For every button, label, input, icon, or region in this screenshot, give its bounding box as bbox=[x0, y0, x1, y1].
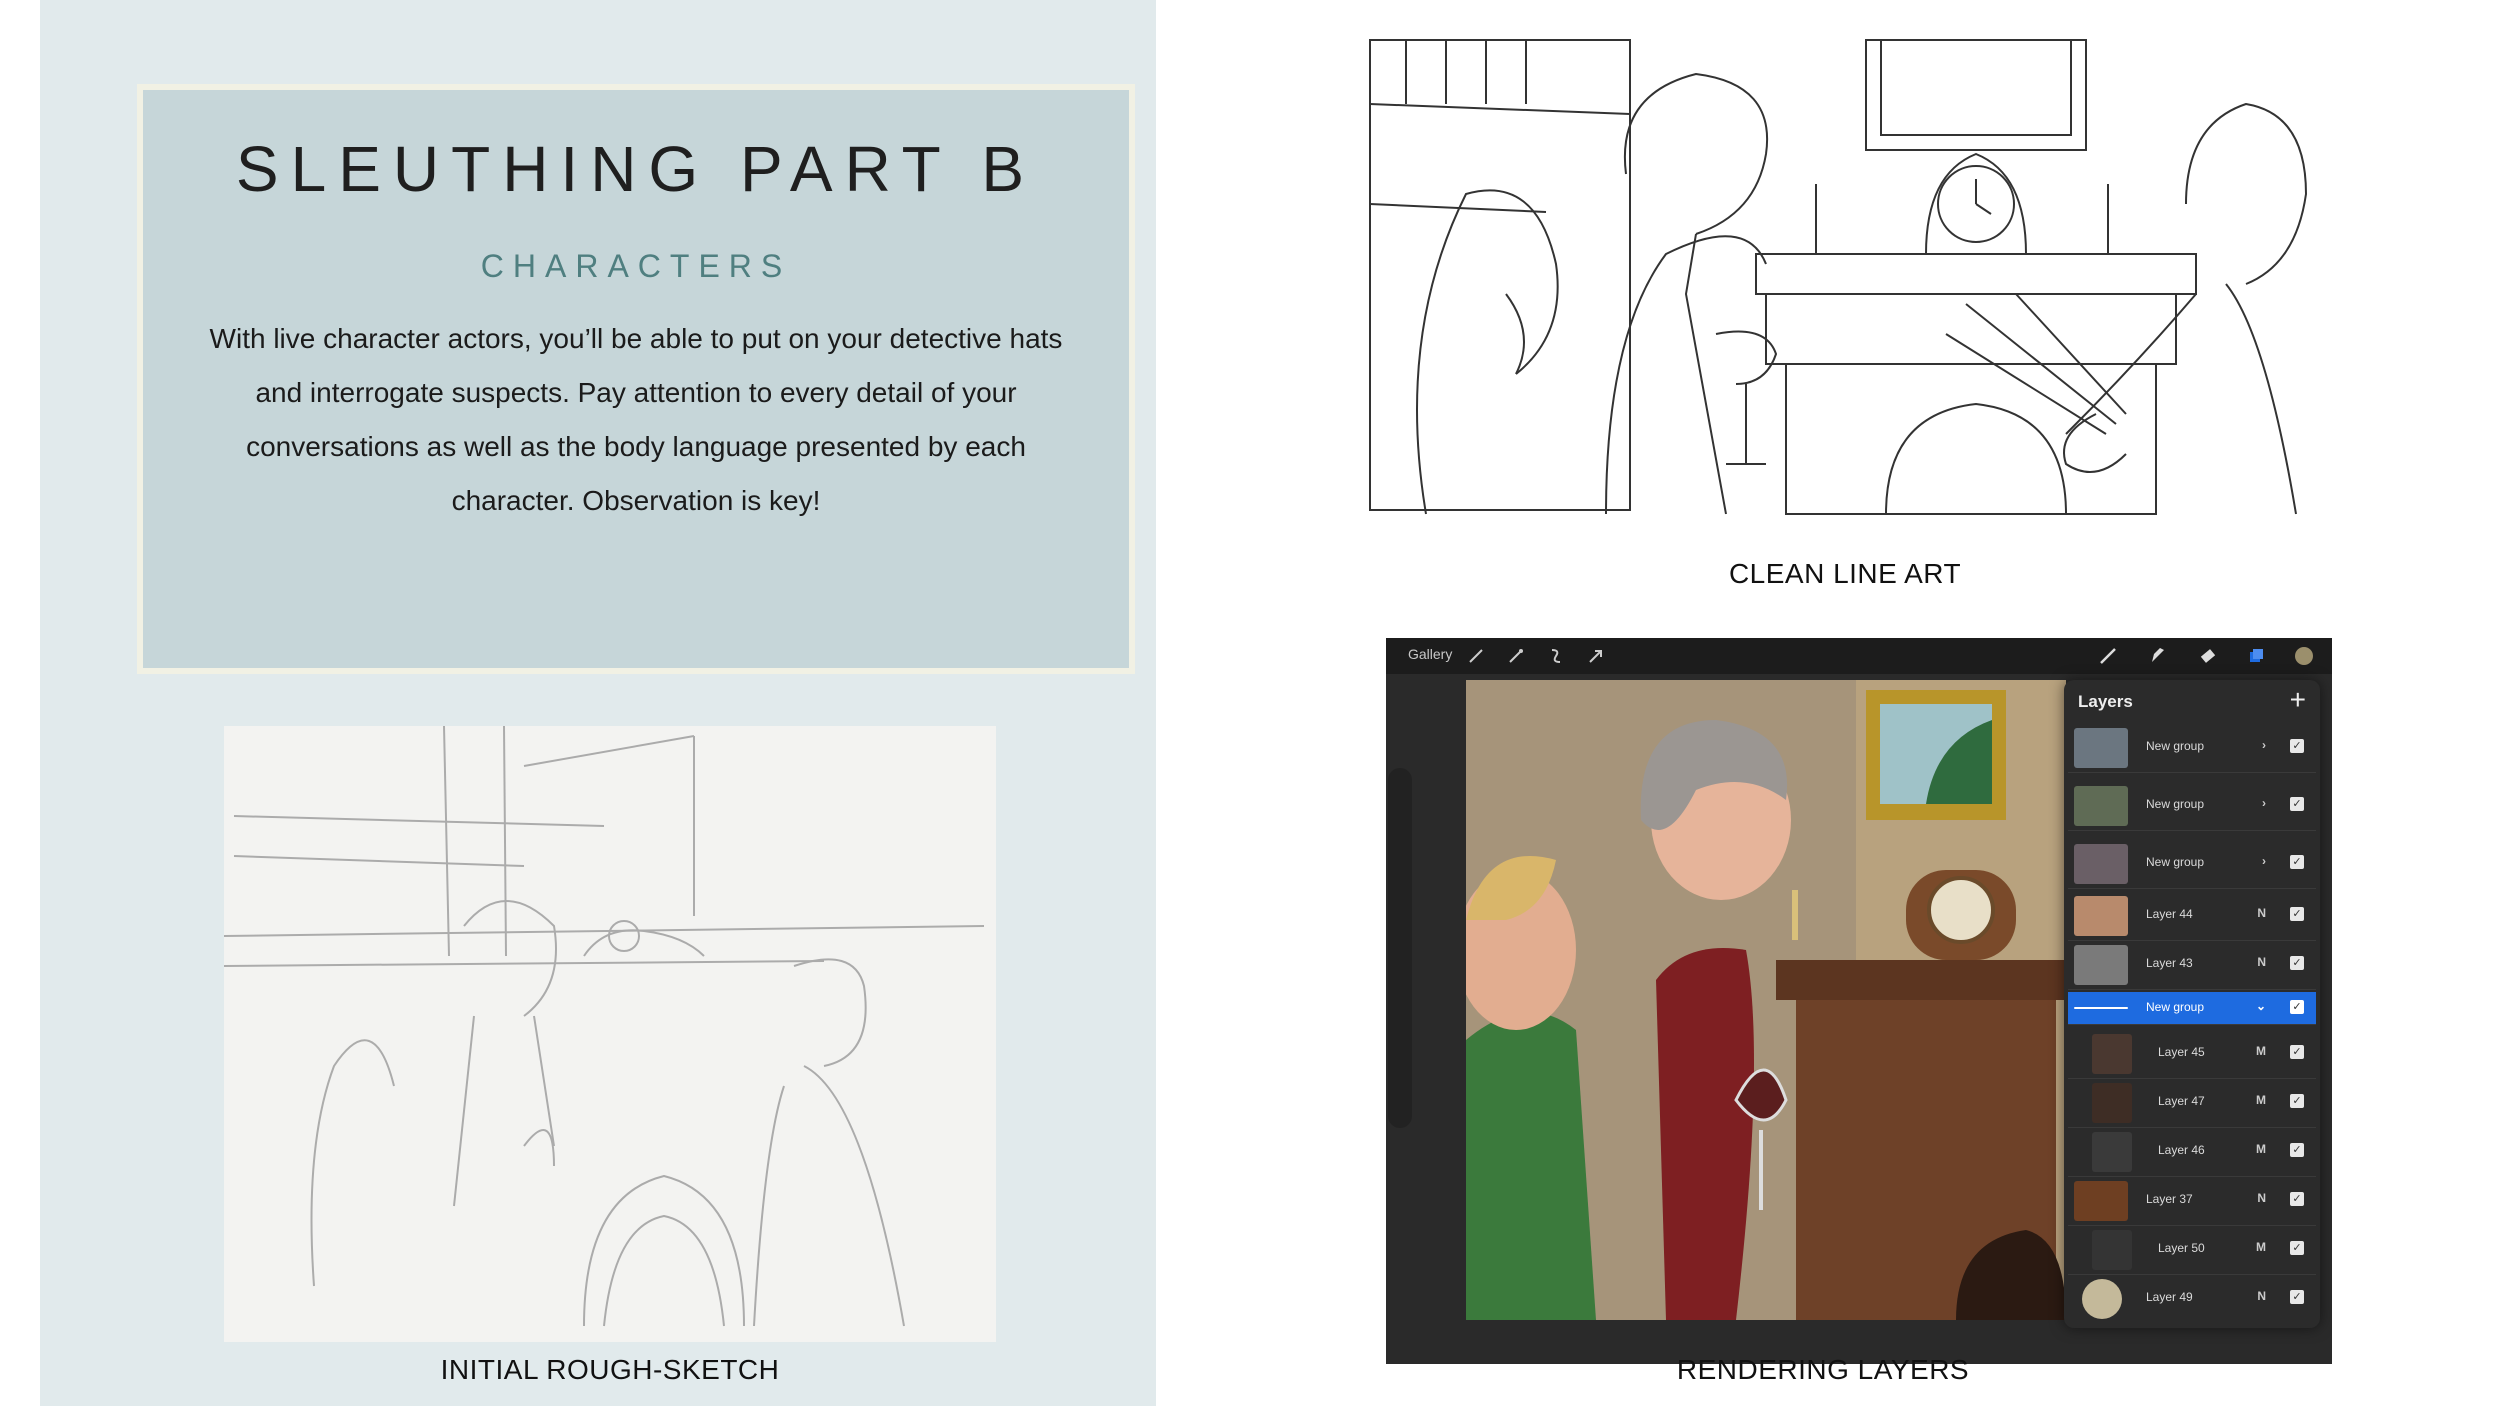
layer-visibility-checkbox[interactable]: ✓ bbox=[2290, 1000, 2304, 1014]
layer-visibility-checkbox[interactable]: ✓ bbox=[2290, 1094, 2304, 1108]
layer-mode[interactable]: › bbox=[2262, 796, 2266, 810]
layer-name: Layer 49 bbox=[2146, 1290, 2193, 1304]
layers-panel: Layers + New group › ✓ New group › ✓ New… bbox=[2064, 680, 2320, 1328]
add-layer-button[interactable]: + bbox=[2290, 684, 2306, 716]
layer-mode[interactable]: N bbox=[2257, 1191, 2266, 1205]
brush-icon[interactable] bbox=[2096, 644, 2120, 668]
smudge-icon[interactable] bbox=[2146, 644, 2170, 668]
layer-mode[interactable]: N bbox=[2257, 955, 2266, 969]
layer-row[interactable]: Layer 49 N ✓ bbox=[2068, 1275, 2316, 1323]
layer-row[interactable]: New group › ✓ bbox=[2068, 782, 2316, 831]
layer-thumbnail bbox=[2092, 1230, 2132, 1270]
layer-thumbnail bbox=[2092, 1132, 2132, 1172]
layer-visibility-checkbox[interactable]: ✓ bbox=[2290, 1192, 2304, 1206]
layer-name: Layer 47 bbox=[2158, 1094, 2205, 1108]
layer-thumbnail bbox=[2074, 896, 2128, 936]
layer-row[interactable]: New group › ✓ bbox=[2068, 724, 2316, 773]
layer-row[interactable]: Layer 45 M ✓ bbox=[2068, 1030, 2316, 1079]
layer-visibility-checkbox[interactable]: ✓ bbox=[2290, 855, 2304, 869]
brush-size-slider[interactable] bbox=[1388, 768, 1412, 1128]
rough-sketch-image bbox=[224, 726, 996, 1342]
layer-name: New group bbox=[2146, 797, 2205, 811]
canvas-artwork bbox=[1456, 680, 2066, 1320]
rendering-caption: RENDERING LAYERS bbox=[1676, 1354, 1970, 1385]
arrow-icon[interactable] bbox=[1584, 644, 1608, 668]
procreate-toolbar: Gallery bbox=[1386, 638, 2332, 674]
page-title: SLEUTHING PART B bbox=[235, 133, 1037, 205]
line-art-caption: CLEAN LINE ART bbox=[1728, 558, 1962, 589]
layer-thumbnail bbox=[2074, 786, 2128, 826]
layer-thumbnail bbox=[2092, 1034, 2132, 1074]
gallery-button[interactable]: Gallery bbox=[1408, 646, 1452, 662]
layer-row[interactable]: Layer 50 M ✓ bbox=[2068, 1226, 2316, 1275]
layer-visibility-checkbox[interactable]: ✓ bbox=[2290, 956, 2304, 970]
layer-row[interactable]: Layer 44 N ✓ bbox=[2068, 892, 2316, 941]
layer-row[interactable]: New group › ✓ bbox=[2068, 840, 2316, 889]
layer-visibility-checkbox[interactable]: ✓ bbox=[2290, 1143, 2304, 1157]
layer-thumbnail bbox=[2074, 1007, 2128, 1009]
eraser-icon[interactable] bbox=[2196, 644, 2220, 668]
layer-thumbnail bbox=[2074, 945, 2128, 985]
magic-wand-icon[interactable] bbox=[1504, 644, 1528, 668]
layer-name: Layer 46 bbox=[2158, 1143, 2205, 1157]
layer-name: New group bbox=[2146, 855, 2205, 869]
layer-visibility-checkbox[interactable]: ✓ bbox=[2290, 1290, 2304, 1304]
layer-visibility-checkbox[interactable]: ✓ bbox=[2290, 1045, 2304, 1059]
rough-sketch-caption: INITIAL ROUGH-SKETCH bbox=[440, 1354, 780, 1385]
layer-thumbnail bbox=[2074, 1181, 2128, 1221]
layer-row[interactable]: Layer 47 M ✓ bbox=[2068, 1079, 2316, 1128]
layer-row[interactable]: Layer 37 N ✓ bbox=[2068, 1177, 2316, 1226]
layers-icon[interactable] bbox=[2244, 644, 2268, 668]
layer-mode[interactable]: › bbox=[2262, 738, 2266, 752]
title-card: SLEUTHING PART B CHARACTERS With live ch… bbox=[137, 84, 1135, 674]
layer-mode[interactable]: N bbox=[2257, 906, 2266, 920]
layer-name: Layer 43 bbox=[2146, 956, 2193, 970]
layer-row-selected[interactable]: New group ⌄ ✓ bbox=[2068, 992, 2316, 1025]
description-text: With live character actors, you’ll be ab… bbox=[209, 323, 1063, 516]
layer-mode[interactable]: M bbox=[2256, 1240, 2266, 1254]
layer-thumbnail bbox=[2074, 844, 2128, 884]
color-swatch-icon[interactable] bbox=[2292, 644, 2316, 668]
layer-mode[interactable]: ⌄ bbox=[2256, 999, 2266, 1013]
layer-visibility-checkbox[interactable]: ✓ bbox=[2290, 739, 2304, 753]
layer-mode[interactable]: M bbox=[2256, 1093, 2266, 1107]
layer-name: Layer 37 bbox=[2146, 1192, 2193, 1206]
layer-mode[interactable]: M bbox=[2256, 1142, 2266, 1156]
layer-visibility-checkbox[interactable]: ✓ bbox=[2290, 1241, 2304, 1255]
line-art-image bbox=[1366, 34, 2324, 520]
layers-panel-title: Layers bbox=[2078, 692, 2133, 711]
layer-name: Layer 50 bbox=[2158, 1241, 2205, 1255]
layer-visibility-checkbox[interactable]: ✓ bbox=[2290, 797, 2304, 811]
procreate-screenshot: Gallery Layers + New group › ✓ New group… bbox=[1386, 638, 2332, 1364]
layer-mode[interactable]: › bbox=[2262, 854, 2266, 868]
layer-name: Layer 44 bbox=[2146, 907, 2193, 921]
wrench-icon[interactable] bbox=[1464, 644, 1488, 668]
selection-icon[interactable] bbox=[1544, 644, 1568, 668]
layer-mode[interactable]: N bbox=[2257, 1289, 2266, 1303]
layer-thumbnail bbox=[2074, 728, 2128, 768]
section-subtitle: CHARACTERS bbox=[480, 248, 792, 284]
layer-name: New group bbox=[2146, 1000, 2205, 1014]
layer-name: New group bbox=[2146, 739, 2205, 753]
layer-row[interactable]: Layer 43 N ✓ bbox=[2068, 941, 2316, 990]
layer-visibility-checkbox[interactable]: ✓ bbox=[2290, 907, 2304, 921]
layer-row[interactable]: Layer 46 M ✓ bbox=[2068, 1128, 2316, 1177]
layer-thumbnail bbox=[2092, 1083, 2132, 1123]
layer-mode[interactable]: M bbox=[2256, 1044, 2266, 1058]
layer-name: Layer 45 bbox=[2158, 1045, 2205, 1059]
layer-thumbnail bbox=[2082, 1279, 2122, 1319]
